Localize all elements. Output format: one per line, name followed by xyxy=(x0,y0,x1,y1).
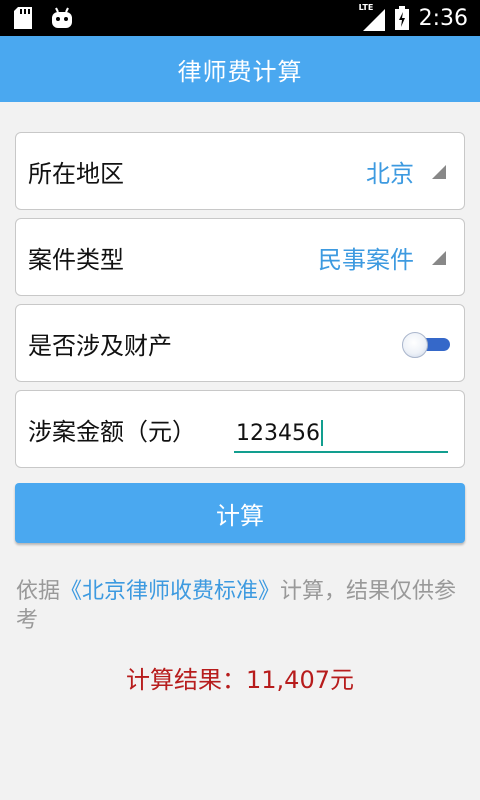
note-prefix: 依据 xyxy=(16,579,61,604)
amount-row: 涉案金额（元） 123456 xyxy=(15,390,465,468)
case-type-label: 案件类型 xyxy=(28,245,124,274)
reference-note: 依据《北京律师收费标准》计算，结果仅供参考 xyxy=(16,577,464,635)
android-icon xyxy=(52,7,72,28)
involves-property-switch[interactable] xyxy=(402,332,452,358)
amount-input[interactable]: 123456 xyxy=(234,415,448,453)
clock: 2:36 xyxy=(418,5,468,31)
region-label: 所在地区 xyxy=(28,159,124,188)
switch-thumb xyxy=(402,332,428,358)
app-bar: 律师费计算 xyxy=(0,36,480,102)
result-label: 计算结果： xyxy=(126,666,246,694)
dropdown-arrow-icon xyxy=(432,165,446,179)
sd-card-icon xyxy=(14,7,32,29)
case-type-spinner[interactable]: 案件类型 民事案件 xyxy=(15,218,465,296)
page-title: 律师费计算 xyxy=(177,57,303,86)
battery-icon xyxy=(394,6,409,30)
case-type-value: 民事案件 xyxy=(318,245,414,274)
signal-icon: LTE xyxy=(359,3,385,31)
fee-standard-link[interactable]: 《北京律师收费标准》 xyxy=(60,579,280,604)
dropdown-arrow-icon xyxy=(432,251,446,265)
text-cursor xyxy=(320,420,323,446)
calculation-result: 计算结果：11,407元 xyxy=(0,660,480,695)
region-value: 北京 xyxy=(366,159,414,188)
result-value: 11,407元 xyxy=(246,666,354,694)
status-bar: LTE 2:36 xyxy=(0,0,480,36)
involves-property-row: 是否涉及财产 xyxy=(15,304,465,382)
amount-label: 涉案金额（元） xyxy=(28,417,196,446)
calculate-button[interactable]: 计算 xyxy=(15,483,465,543)
involves-property-label: 是否涉及财产 xyxy=(28,331,172,360)
region-spinner[interactable]: 所在地区 北京 xyxy=(15,132,465,210)
amount-input-value: 123456 xyxy=(236,420,320,446)
